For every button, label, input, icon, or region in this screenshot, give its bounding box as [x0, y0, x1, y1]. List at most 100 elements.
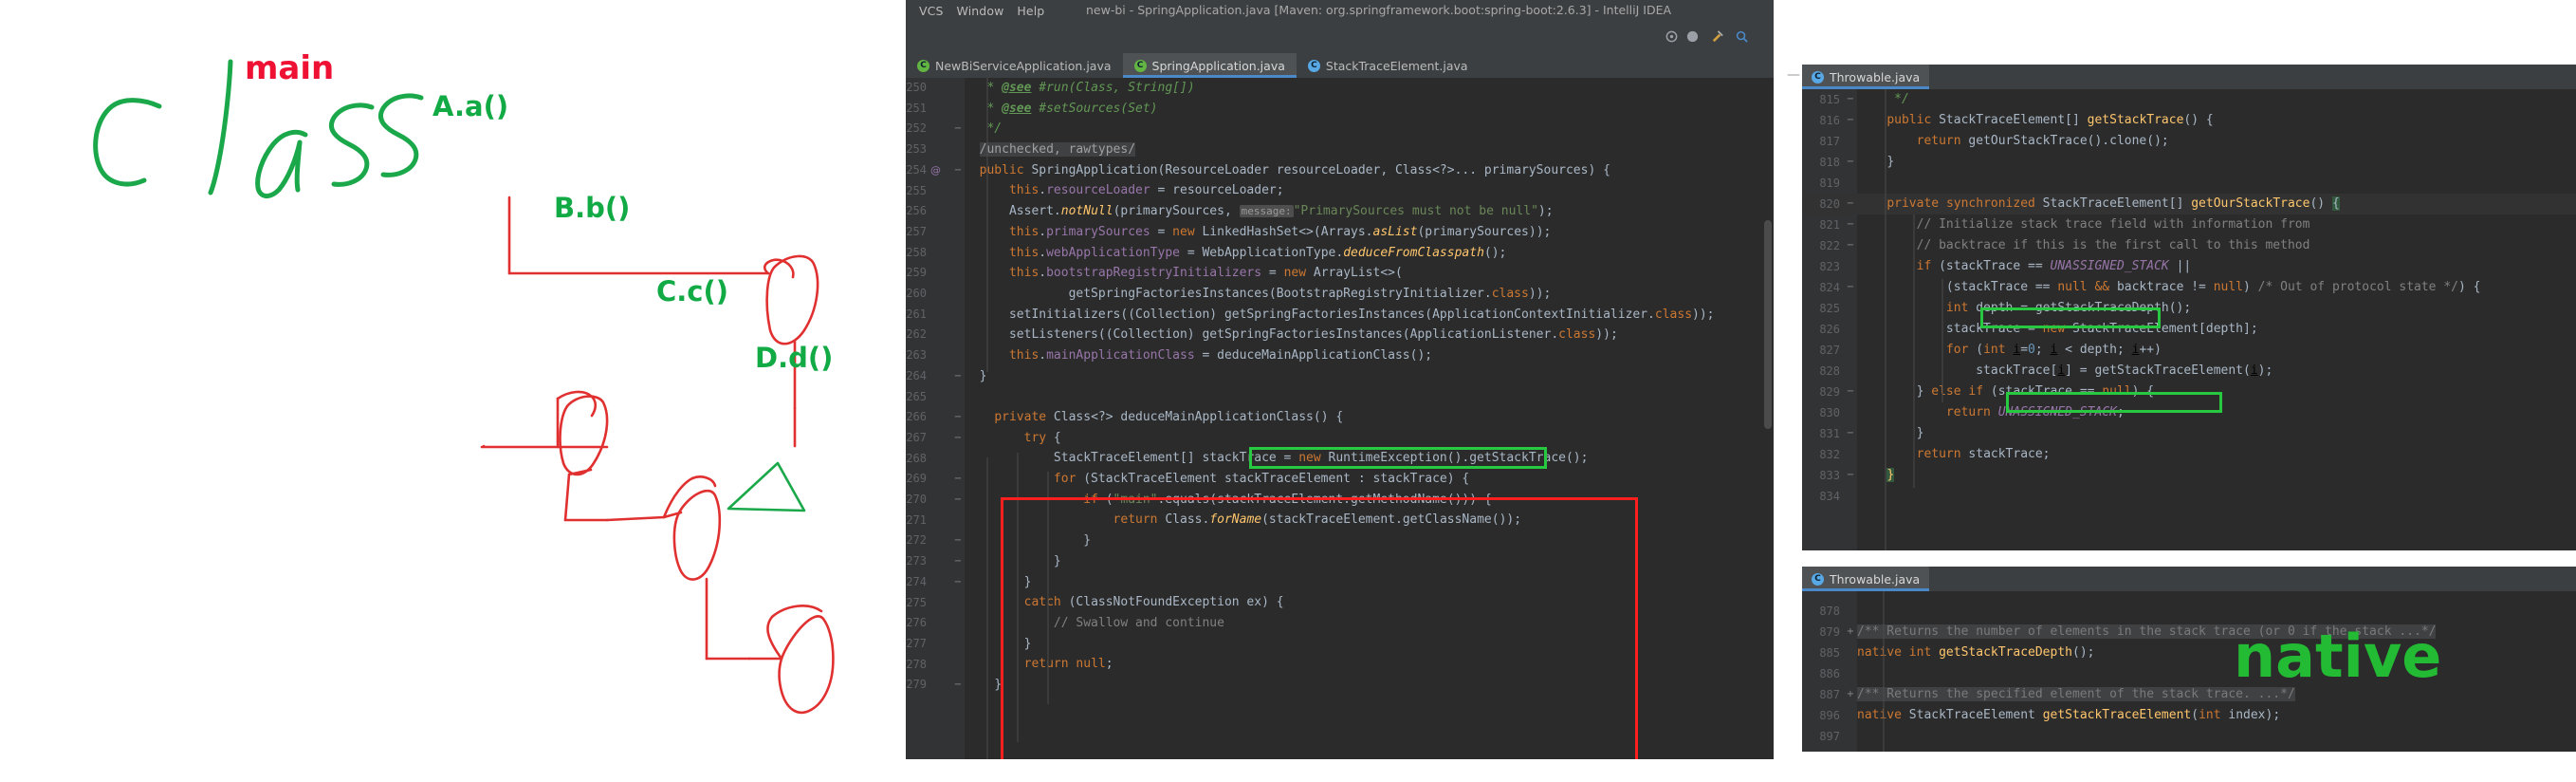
code-line: for (int i=0; i < depth; i++) — [1945, 343, 2162, 357]
code-fold-toggle-icon[interactable]: − — [953, 428, 963, 449]
menu-item-vcs[interactable]: VCS — [919, 4, 944, 18]
code-fold-toggle-icon[interactable]: + — [1846, 684, 1855, 705]
code-line: // Initialize stack trace field with inf… — [1916, 217, 2310, 232]
annotation-label-native: native — [2234, 622, 2442, 691]
line-number: 263 — [906, 348, 927, 363]
line-number: 258 — [906, 245, 927, 259]
annotation-label-main: main — [245, 49, 335, 87]
code-line: this.resourceLoader = resourceLoader; — [1008, 183, 1284, 198]
line-number: 267 — [906, 430, 927, 444]
menu-item-help[interactable]: Help — [1017, 4, 1044, 18]
code-fold-toggle-icon[interactable]: − — [1846, 277, 1855, 298]
editor-tab-stacktraceelement[interactable]: C StackTraceElement.java — [1297, 53, 1480, 78]
help-circle-icon[interactable] — [1685, 29, 1700, 44]
line-number: 817 — [1819, 135, 1840, 148]
toolbar — [906, 21, 1774, 53]
line-number: 255 — [906, 183, 927, 197]
code-fold-toggle-icon[interactable]: − — [953, 160, 963, 181]
line-number: 251 — [906, 101, 927, 115]
code-line: private synchronized StackTraceElement[]… — [1886, 196, 2340, 211]
settings-gear-icon[interactable] — [1665, 29, 1679, 44]
code-fold-toggle-icon[interactable]: − — [1846, 152, 1855, 173]
line-number: 268 — [906, 451, 927, 465]
code-fold-toggle-icon[interactable]: − — [1846, 214, 1855, 235]
code-line: public SpringApplication(ResourceLoader … — [979, 162, 1610, 177]
code-line: /** Returns the specified element of the… — [1857, 687, 2295, 701]
code-line: } — [1916, 426, 1924, 440]
build-hammer-icon[interactable] — [1710, 29, 1724, 44]
code-line: * @see #run(Class, String[]) — [979, 81, 1195, 95]
search-everywhere-icon[interactable] — [1735, 29, 1749, 44]
code-line: /unchecked, rawtypes/ — [979, 142, 1136, 158]
code-line: if ("main".equals(stackTraceElement.getM… — [1083, 492, 1492, 507]
editor-tab-newbiserviceapplication[interactable]: C NewBiServiceApplication.java — [906, 53, 1123, 78]
line-number: 278 — [906, 657, 927, 671]
scrollbar-thumb[interactable] — [1764, 220, 1772, 429]
editor-scrollbar[interactable] — [1762, 78, 1774, 759]
line-number: 250 — [906, 81, 927, 94]
line-number: 879 — [1819, 625, 1840, 639]
code-fold-toggle-icon[interactable]: − — [1846, 382, 1855, 402]
code-fold-toggle-icon[interactable]: − — [1846, 235, 1855, 256]
code-fold-toggle-icon[interactable]: − — [953, 119, 963, 140]
annotation-canvas: main A.a() B.b() C.c() D.d() — [0, 0, 911, 782]
code-fold-toggle-icon[interactable]: − — [953, 469, 963, 490]
menu-item-window[interactable]: Window — [957, 4, 1004, 18]
code-fold-toggle-icon[interactable]: − — [953, 572, 963, 593]
editor-tab-label: StackTraceElement.java — [1325, 58, 1468, 73]
line-number: 274 — [906, 574, 927, 588]
code-line: } — [1053, 553, 1061, 568]
code-line: stackTrace[i] = getStackTraceElement(i); — [1976, 363, 2273, 378]
code-line: */ — [979, 121, 1003, 137]
code-fold-toggle-icon[interactable]: − — [1846, 89, 1855, 110]
code-fold-toggle-icon[interactable]: − — [953, 675, 963, 696]
code-fold-toggle-icon[interactable]: − — [953, 407, 963, 428]
java-class-blue-icon: C — [1812, 70, 1824, 84]
code-fold-toggle-icon[interactable]: − — [1846, 110, 1855, 131]
panel-top-code[interactable]: */ public StackTraceElement[] getStackTr… — [1857, 89, 2576, 550]
line-number: 825 — [1819, 302, 1840, 315]
code-fold-toggle-icon[interactable]: − — [953, 551, 963, 572]
line-number: 264 — [906, 368, 927, 382]
code-line: stackTrace = new StackTraceElement[depth… — [1945, 322, 2258, 336]
editor-tab-springapplication[interactable]: C SpringApplication.java — [1122, 53, 1297, 78]
window-title: new-bi - SpringApplication.java [Maven: … — [1086, 3, 1672, 17]
code-line: StackTraceElement[] stackTrace = new Run… — [1053, 451, 1589, 466]
code-fold-toggle-icon[interactable]: + — [1846, 622, 1855, 642]
code-line: * @see #setSources(Set) — [979, 101, 1158, 116]
panel-top-editor[interactable]: 815−816−817 818−819 820−821−822−823 824−825… — [1802, 89, 2576, 550]
line-number: 897 — [1819, 730, 1840, 743]
panel-bottom-editor[interactable]: 878 879 +885 886 887 +896 897 /** Returns the … — [1802, 591, 2576, 752]
code-content[interactable]: * @see #run(Class, String[]) * @see #set… — [965, 78, 1774, 759]
annotation-label-c-c: C.c() — [656, 275, 728, 307]
code-line: return UNASSIGNED_STACK; — [1945, 405, 2125, 419]
code-fold-toggle-icon[interactable]: − — [953, 490, 963, 511]
throwable-panel-bottom: C Throwable.java 878 879 +885 886 887 +896 897… — [1802, 567, 2576, 752]
editor-tab-label: SpringApplication.java — [1151, 58, 1285, 73]
code-fold-toggle-icon[interactable]: − — [1846, 423, 1855, 444]
code-fold-toggle-icon[interactable]: − — [953, 366, 963, 387]
panel-bottom-code[interactable]: /** Returns the number of elements in th… — [1857, 591, 2576, 752]
code-line: native StackTraceElement getStackTraceEl… — [1857, 708, 2281, 722]
code-fold-toggle-icon[interactable]: − — [953, 531, 963, 551]
line-number: 259 — [906, 266, 927, 280]
code-line: Assert.notNull(primarySources, message: "… — [1008, 204, 1554, 219]
annotation-gutter-icon[interactable]: @ — [930, 160, 942, 181]
panel-bottom-tab-throwable[interactable]: C Throwable.java — [1802, 567, 1930, 591]
line-number: 256 — [906, 204, 927, 218]
line-number: 896 — [1819, 709, 1840, 722]
line-number: 827 — [1819, 344, 1840, 357]
panel-top-tab-throwable[interactable]: C Throwable.java — [1802, 65, 1930, 89]
collapse-minus-icon[interactable]: — — [1787, 67, 1800, 83]
code-editor-springapplication[interactable]: 250 251 252−253 254− @255 256 257 258 259 260 261 2… — [906, 78, 1774, 759]
line-number: 829 — [1819, 385, 1840, 399]
code-line: return Class.forName(stackTraceElement.g… — [1113, 512, 1522, 528]
code-fold-toggle-icon[interactable]: − — [1846, 465, 1855, 486]
code-fold-toggle-icon[interactable]: − — [1846, 194, 1855, 214]
code-line: this.mainApplicationClass = deduceMainAp… — [1008, 347, 1433, 363]
code-line: int depth = getStackTraceDepth(); — [1945, 301, 2192, 315]
code-line: native int getStackTraceDepth(); — [1857, 645, 2095, 660]
